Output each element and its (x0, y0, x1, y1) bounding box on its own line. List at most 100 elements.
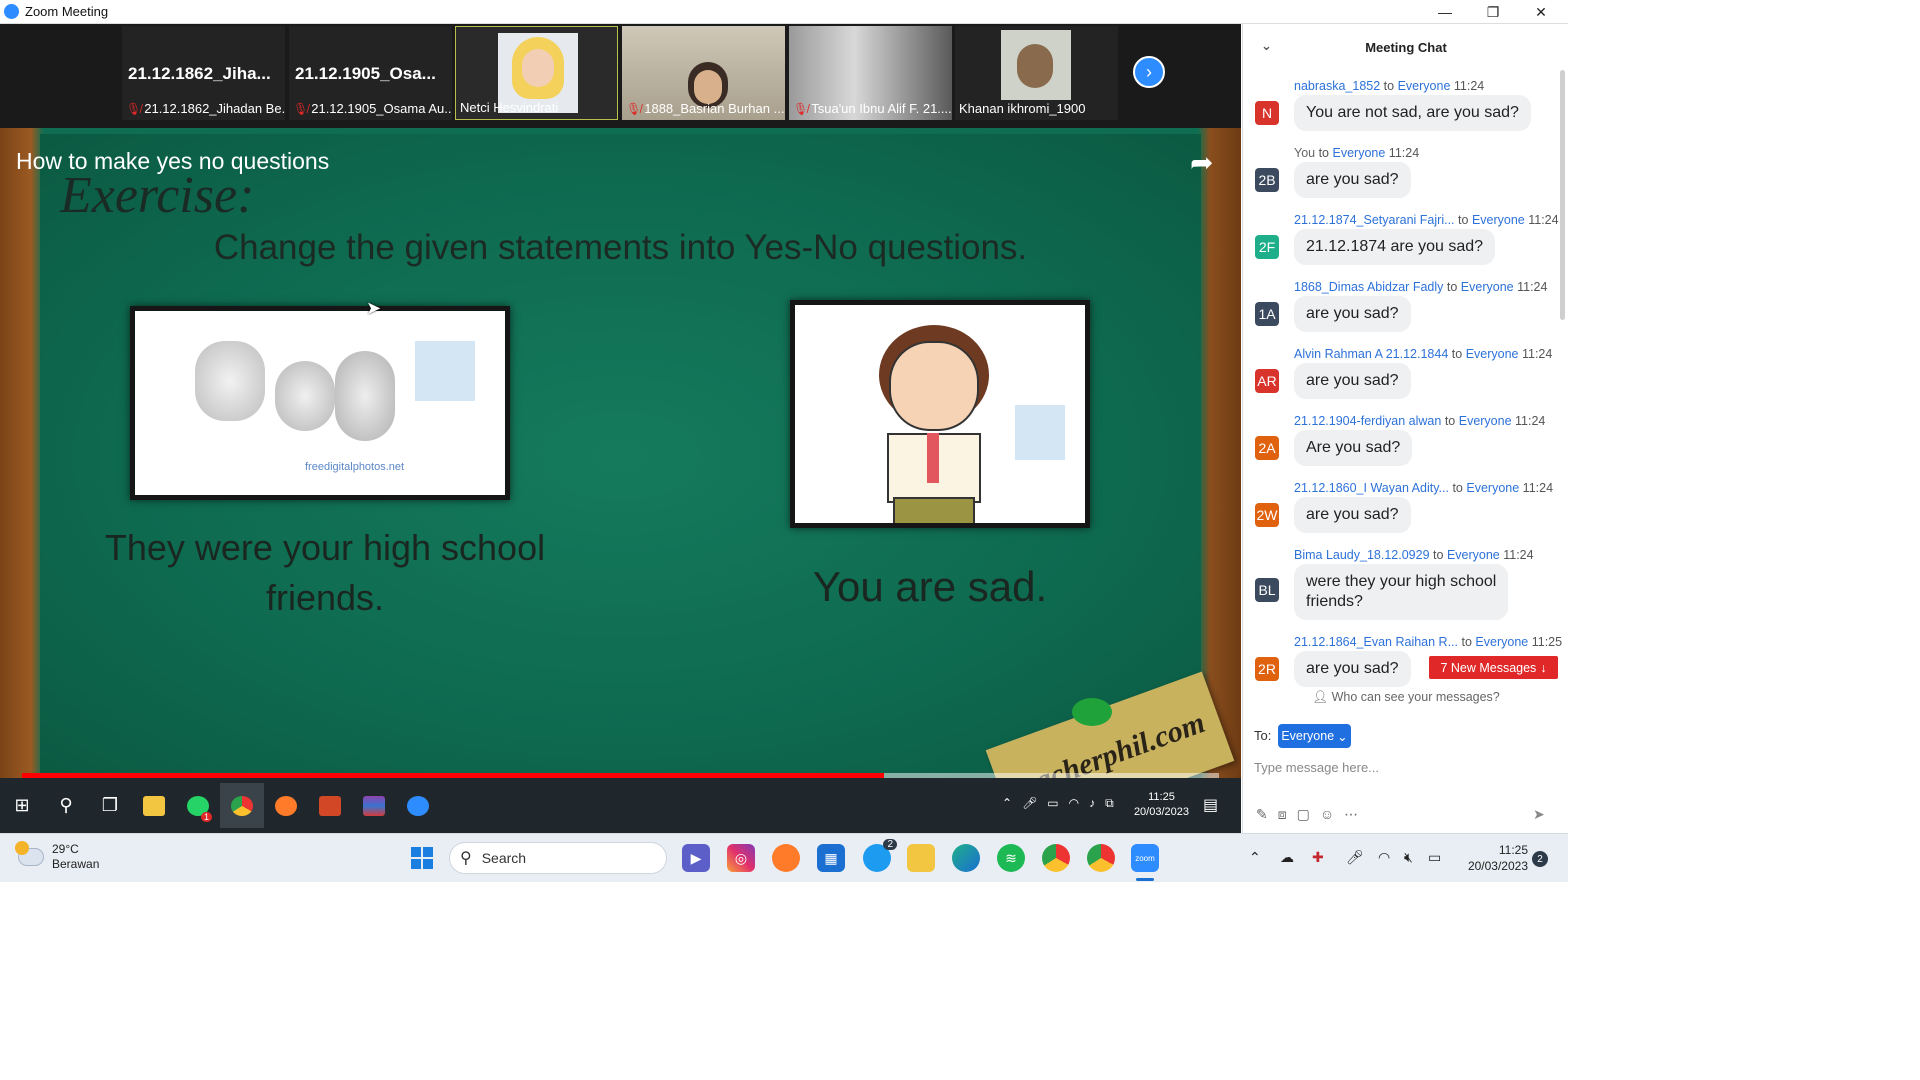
participant-tile[interactable]: Khanan ikhromi_1900 (955, 26, 1118, 120)
volume-icon: ♪ (1089, 796, 1096, 810)
store-icon[interactable]: ▦ (817, 844, 845, 872)
participant-label-text: 1888_Basrian Burhan ... (644, 101, 785, 116)
winrar-icon[interactable] (352, 783, 396, 828)
share-arrow-icon[interactable]: ➦ (1190, 146, 1213, 179)
wifi-icon[interactable]: ◠ (1378, 849, 1390, 866)
sender-name[interactable]: 21.12.1860_I Wayan Adity... (1294, 481, 1449, 495)
search-icon: ⚲ (460, 850, 472, 867)
chrome-icon[interactable] (1042, 844, 1070, 872)
message-bubble[interactable]: You are not sad, are you sad? (1294, 95, 1531, 131)
window-title: Zoom Meeting (25, 4, 109, 19)
message-meta: Alvin Rahman A 21.12.1844 to Everyone 11… (1294, 347, 1552, 361)
message-text: are you sad? (1306, 372, 1399, 389)
gallery-next-button[interactable]: › (1133, 56, 1165, 88)
sender-name[interactable]: 21.12.1864_Evan Raihan R... (1294, 635, 1458, 649)
format-icon[interactable]: ✎ (1256, 806, 1268, 823)
minimize-button[interactable]: — (1421, 0, 1469, 24)
microphone-icon[interactable]: 🎤︎ (1346, 849, 1364, 866)
sender-name[interactable]: 21.12.1874_Setyarani Fajri... (1294, 213, 1455, 227)
notification-badge[interactable]: 2 (1532, 851, 1548, 867)
taskbar-search-label: Search (481, 850, 527, 866)
sender-name[interactable]: Bima Laudy_18.12.0929 (1294, 548, 1430, 562)
message-bubble[interactable]: are you sad? (1294, 497, 1411, 533)
volume-muted-icon[interactable]: 🔇︎ (1404, 849, 1413, 866)
chrome-profile-icon[interactable] (1087, 844, 1115, 872)
task-view-icon[interactable]: ❐ (88, 783, 132, 828)
weather-condition: Berawan (52, 857, 100, 871)
send-icon[interactable]: ➤ (1533, 806, 1545, 823)
participant-tile[interactable]: 21.12.1862_Jiha... 🎙︎̸ 21.12.1862_Jihadan… (122, 26, 285, 120)
more-icon[interactable]: ⋯ (1344, 806, 1358, 823)
sender-name[interactable]: 1868_Dimas Abidzar Fadly (1294, 280, 1443, 294)
recipient-name: Everyone (1471, 213, 1525, 227)
pushpin-icon (1072, 698, 1112, 726)
instagram-icon[interactable]: ◎ (727, 844, 755, 872)
participant-tile-speaking[interactable]: Netci Hesvindrati (455, 26, 618, 120)
chevron-up-icon[interactable]: ⌃ (1249, 849, 1261, 866)
teams-chat-icon[interactable]: ▶ (682, 844, 710, 872)
message-text: are you sad? (1306, 506, 1399, 523)
message-time: 11:24 (1503, 548, 1534, 562)
file-icon[interactable]: ▢ (1297, 806, 1310, 823)
statement-1-line-1: They were your high school (104, 527, 546, 568)
participant-tile[interactable]: 21.12.1905_Osa... 🎙︎̸ 21.12.1905_Osama Au… (289, 26, 452, 120)
message-bubble[interactable]: are you sad? (1294, 162, 1411, 198)
to-word: to (1452, 481, 1463, 495)
arrow-down-icon: ↓ (1540, 660, 1547, 675)
chevron-down-icon[interactable]: ⌄ (1261, 38, 1272, 54)
new-messages-button[interactable]: 7 New Messages ↓ (1429, 656, 1558, 679)
close-button[interactable]: ✕ (1517, 0, 1565, 24)
message-text: Are you sad? (1306, 439, 1401, 456)
message-bubble[interactable]: are you sad? (1294, 651, 1411, 687)
participant-label-text: Netci Hesvindrati (460, 100, 559, 115)
firefox-icon[interactable] (264, 783, 308, 828)
statement-2: You are sad. (812, 563, 1048, 610)
file-explorer-icon[interactable] (907, 844, 935, 872)
maximize-button[interactable]: ❐ (1469, 0, 1517, 24)
recipient-name: Everyone (1460, 280, 1514, 294)
participant-tile[interactable]: 🎙︎̸ Tsua'un Ibnu Alif F. 21.... (789, 26, 952, 120)
onedrive-icon[interactable]: ☁ (1280, 849, 1294, 866)
recipient-name: Everyone (1458, 414, 1512, 428)
file-explorer-icon[interactable] (132, 783, 176, 828)
whatsapp-badge: 1 (200, 812, 212, 822)
emoji-icon[interactable]: ☺ (1320, 806, 1334, 823)
whatsapp-icon[interactable]: 1 (176, 783, 220, 828)
system-clock[interactable]: 11:25 20/03/2023 (1456, 842, 1528, 874)
shared-video: Exercise: Change the given statements in… (0, 128, 1241, 778)
sender-name[interactable]: 21.12.1904-ferdiyan alwan (1294, 414, 1441, 428)
action-center-icon[interactable]: ▤ (1203, 795, 1218, 815)
chrome-icon[interactable] (220, 783, 264, 828)
start-icon[interactable] (408, 844, 436, 872)
spotify-icon[interactable]: ≋ (997, 844, 1025, 872)
message-text-line: were they your high school (1306, 573, 1497, 590)
screenshot-icon[interactable]: ⧈ (1278, 806, 1287, 823)
chat-header: ⌄ Meeting Chat (1243, 24, 1569, 70)
sender-name[interactable]: Alvin Rahman A 21.12.1844 (1294, 347, 1448, 361)
zoom-taskbar-icon[interactable] (396, 783, 440, 828)
sender-name[interactable]: nabraska_1852 (1294, 79, 1380, 93)
battery-icon[interactable]: ▭ (1428, 849, 1441, 866)
firefox-icon[interactable] (772, 844, 800, 872)
participant-tile[interactable]: 🎙︎̸ 1888_Basrian Burhan ... (622, 26, 785, 120)
zoom-app-icon[interactable]: zoom (1131, 844, 1159, 872)
message-time: 11:24 (1453, 79, 1485, 93)
message-bubble[interactable]: were they your high school friends? (1294, 564, 1509, 620)
message-bubble[interactable]: 21.12.1874 are you sad? (1294, 229, 1496, 265)
taskbar-search-box[interactable]: ⚲ Search (449, 842, 667, 874)
message-bubble[interactable]: are you sad? (1294, 296, 1411, 332)
app-tray-icon[interactable]: ✚ (1312, 849, 1324, 866)
windows-start-icon[interactable]: ⊞ (0, 783, 44, 828)
powerpoint-icon[interactable] (308, 783, 352, 828)
chat-scrollbar[interactable] (1560, 70, 1565, 320)
message-bubble[interactable]: Are you sad? (1294, 430, 1413, 466)
chat-message-input[interactable] (1254, 754, 1554, 780)
who-can-see-link[interactable]: 👤︎ Who can see your messages? (1243, 690, 1569, 705)
search-icon[interactable]: ⚲ (44, 783, 88, 828)
sender-name[interactable]: You (1294, 146, 1315, 160)
weather-widget[interactable]: 29°C Berawan (15, 841, 100, 872)
recipient-dropdown[interactable]: Everyone ⌄ (1278, 724, 1351, 748)
message-bubble[interactable]: are you sad? (1294, 363, 1411, 399)
twitter-icon[interactable]: 2 (863, 839, 897, 872)
edge-icon[interactable] (952, 844, 980, 872)
